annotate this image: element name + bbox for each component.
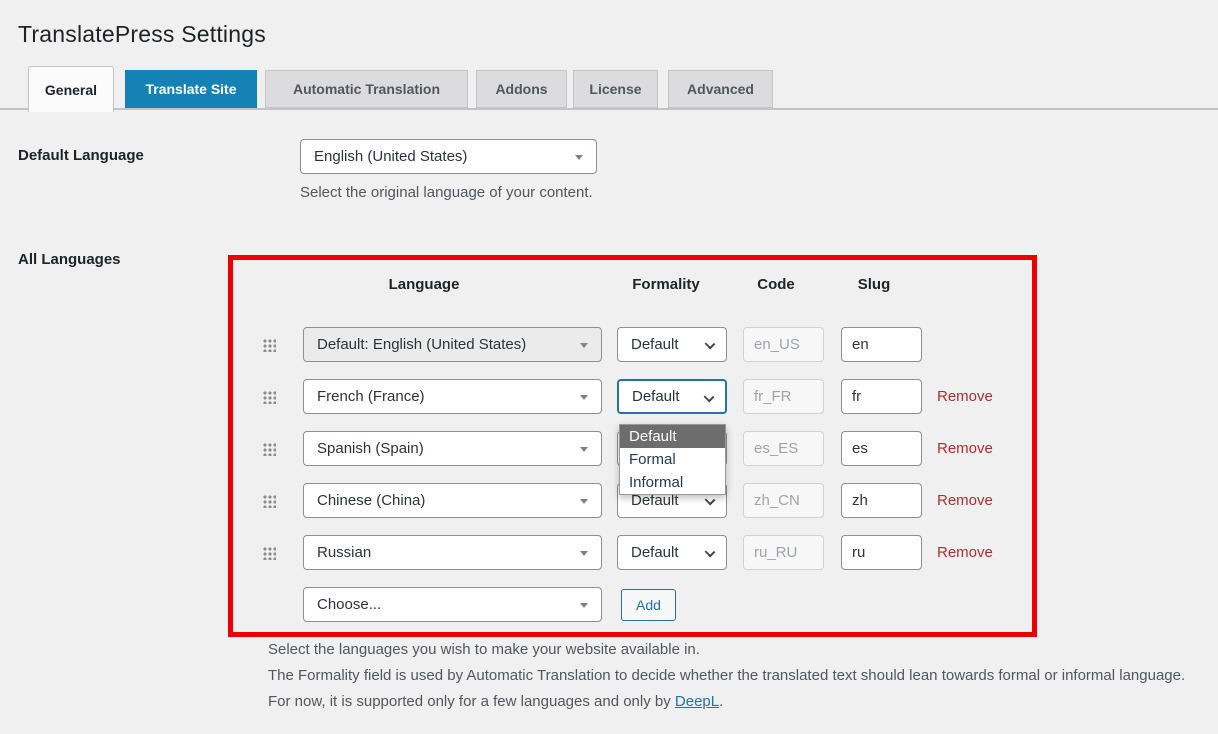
column-header-formality: Formality: [632, 276, 700, 293]
dropdown-arrow-icon: [580, 447, 588, 452]
column-header-code: Code: [757, 276, 795, 293]
tab-advanced[interactable]: Advanced: [668, 70, 773, 108]
tab-addons[interactable]: Addons: [476, 70, 567, 108]
all-languages-panel: Language Formality Code Slug Default: En…: [228, 255, 1037, 637]
tab-license[interactable]: License: [573, 70, 658, 108]
remove-link[interactable]: Remove: [937, 431, 993, 466]
formality-value: Default: [631, 336, 679, 353]
column-header-language: Language: [389, 276, 460, 293]
code-input: [743, 431, 824, 466]
language-row-default: Default: English (United States) Default: [233, 327, 1032, 362]
default-language-help: Select the original language of your con…: [300, 184, 593, 201]
language-select-value: Chinese (China): [317, 492, 425, 509]
choose-language-value: Choose...: [317, 596, 381, 613]
description-suffix: .: [719, 693, 723, 710]
formality-value: Default: [631, 544, 679, 561]
dropdown-arrow-icon: [580, 395, 588, 400]
tab-bar: General Translate Site Automatic Transla…: [0, 66, 1218, 112]
chevron-down-icon: [705, 339, 716, 350]
tab-general[interactable]: General: [28, 66, 114, 112]
page-title: TranslatePress Settings: [18, 21, 266, 48]
formality-option-default[interactable]: Default: [620, 425, 725, 448]
add-language-row: Choose... Add: [233, 587, 1032, 622]
language-select-value: Spanish (Spain): [317, 440, 424, 457]
default-language-label: Default Language: [18, 147, 144, 164]
description-text: The Formality field is used by Automatic…: [268, 667, 1185, 710]
formality-option-informal[interactable]: Informal: [620, 471, 725, 494]
formality-value: Default: [632, 388, 680, 405]
column-header-slug: Slug: [858, 276, 891, 293]
description-line-2: The Formality field is used by Automatic…: [268, 663, 1206, 715]
language-select[interactable]: Russian: [303, 535, 602, 570]
formality-select[interactable]: Default: [617, 535, 727, 570]
tab-translate-site[interactable]: Translate Site: [125, 70, 257, 108]
language-select[interactable]: Spanish (Spain): [303, 431, 602, 466]
drag-handle-icon[interactable]: [262, 442, 276, 456]
code-input: [743, 379, 824, 414]
all-languages-description: Select the languages you wish to make yo…: [268, 637, 1206, 715]
chevron-down-icon: [704, 392, 715, 403]
tab-automatic-translation[interactable]: Automatic Translation: [265, 70, 468, 108]
all-languages-label: All Languages: [18, 251, 121, 268]
language-select-value: French (France): [317, 388, 425, 405]
slug-input[interactable]: [841, 379, 922, 414]
drag-handle-icon[interactable]: [262, 546, 276, 560]
chevron-down-icon: [705, 495, 716, 506]
language-row-russian: Russian Default Remove: [233, 535, 1032, 570]
language-select[interactable]: French (France): [303, 379, 602, 414]
slug-input[interactable]: [841, 431, 922, 466]
formality-dropdown-menu: Default Formal Informal: [619, 424, 726, 495]
dropdown-arrow-icon: [580, 499, 588, 504]
language-row-french: French (France) Default Remove: [233, 379, 1032, 414]
formality-select-open[interactable]: Default: [617, 379, 727, 414]
remove-link[interactable]: Remove: [937, 483, 993, 518]
choose-language-select[interactable]: Choose...: [303, 587, 602, 622]
slug-input[interactable]: [841, 327, 922, 362]
language-select[interactable]: Chinese (China): [303, 483, 602, 518]
default-language-select[interactable]: English (United States): [300, 139, 597, 174]
slug-input[interactable]: [841, 483, 922, 518]
dropdown-arrow-icon: [580, 551, 588, 556]
remove-link[interactable]: Remove: [937, 535, 993, 570]
formality-select[interactable]: Default: [617, 327, 727, 362]
tab-bar-divider: [0, 108, 1218, 110]
dropdown-arrow-icon: [575, 155, 583, 160]
description-line-1: Select the languages you wish to make yo…: [268, 637, 1206, 663]
language-select-default: Default: English (United States): [303, 327, 602, 362]
add-language-button[interactable]: Add: [621, 589, 676, 621]
drag-handle-icon[interactable]: [262, 338, 276, 352]
drag-handle-icon[interactable]: [262, 390, 276, 404]
language-select-value: Russian: [317, 544, 371, 561]
deepl-link[interactable]: DeepL: [675, 693, 719, 710]
slug-input[interactable]: [841, 535, 922, 570]
code-input: [743, 483, 824, 518]
code-input: [743, 327, 824, 362]
remove-link[interactable]: Remove: [937, 379, 993, 414]
chevron-down-icon: [705, 547, 716, 558]
dropdown-arrow-icon: [580, 343, 588, 348]
code-input: [743, 535, 824, 570]
default-language-value: English (United States): [314, 148, 467, 165]
language-select-value: Default: English (United States): [317, 336, 526, 353]
formality-option-formal[interactable]: Formal: [620, 448, 725, 471]
drag-handle-icon[interactable]: [262, 494, 276, 508]
dropdown-arrow-icon: [580, 603, 588, 608]
